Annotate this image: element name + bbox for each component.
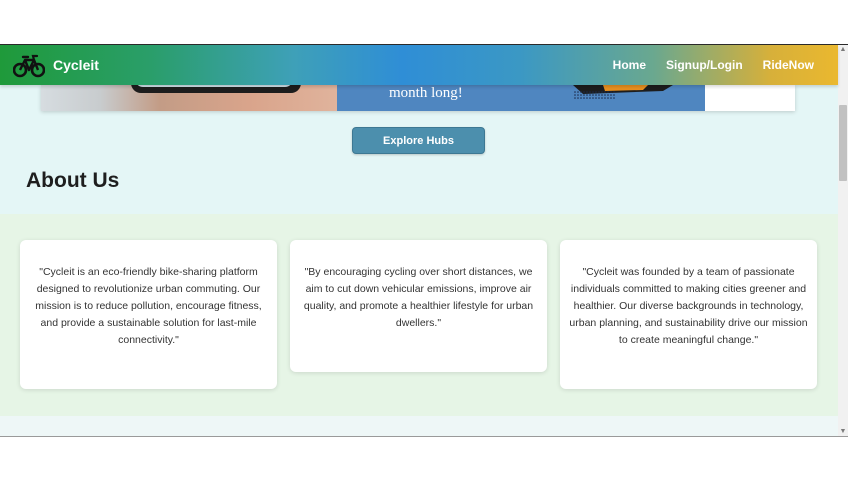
- about-section: "Cycleit is an eco-friendly bike-sharing…: [0, 214, 838, 416]
- nav-link-home[interactable]: Home: [613, 58, 646, 72]
- nav-link-signup-login[interactable]: Signup/Login: [666, 58, 743, 72]
- hero-photo: [41, 85, 337, 111]
- hero-carousel: month long!: [41, 85, 795, 111]
- explore-hubs-button[interactable]: Explore Hubs: [352, 127, 485, 154]
- bicycle-icon: [13, 54, 45, 78]
- scroll-thumb[interactable]: [839, 105, 847, 181]
- hero-banner: month long!: [337, 85, 705, 111]
- about-card-text: "Cycleit was founded by a team of passio…: [569, 266, 808, 346]
- scrollbar[interactable]: ▲ ▼: [838, 45, 848, 437]
- hero-slide-edge: [705, 85, 795, 111]
- browser-top-area: [0, 0, 848, 44]
- about-card-text: "By encouraging cycling over short dista…: [303, 266, 534, 329]
- next-section: [0, 416, 838, 437]
- phone-image: [131, 85, 301, 93]
- nav-links: Home Signup/Login RideNow: [593, 58, 814, 72]
- page-viewport: Cycleit Home Signup/Login RideNow month …: [0, 44, 848, 437]
- about-card-1: "Cycleit is an eco-friendly bike-sharing…: [20, 240, 277, 389]
- about-card-2: "By encouraging cycling over short dista…: [290, 240, 547, 372]
- nav-link-ridenow[interactable]: RideNow: [763, 58, 814, 72]
- brand-name: Cycleit: [53, 57, 99, 73]
- about-card-text: "Cycleit is an eco-friendly bike-sharing…: [35, 266, 262, 346]
- triangle-up-icon[interactable]: ▲: [838, 45, 848, 55]
- brand[interactable]: Cycleit: [13, 52, 99, 78]
- about-title: About Us: [26, 169, 120, 192]
- navbar: Cycleit Home Signup/Login RideNow: [0, 45, 838, 85]
- hero-banner-text: month long!: [389, 85, 463, 101]
- banner-graphic: [573, 85, 673, 99]
- browser-bottom-area: [0, 436, 848, 481]
- about-card-3: "Cycleit was founded by a team of passio…: [560, 240, 817, 389]
